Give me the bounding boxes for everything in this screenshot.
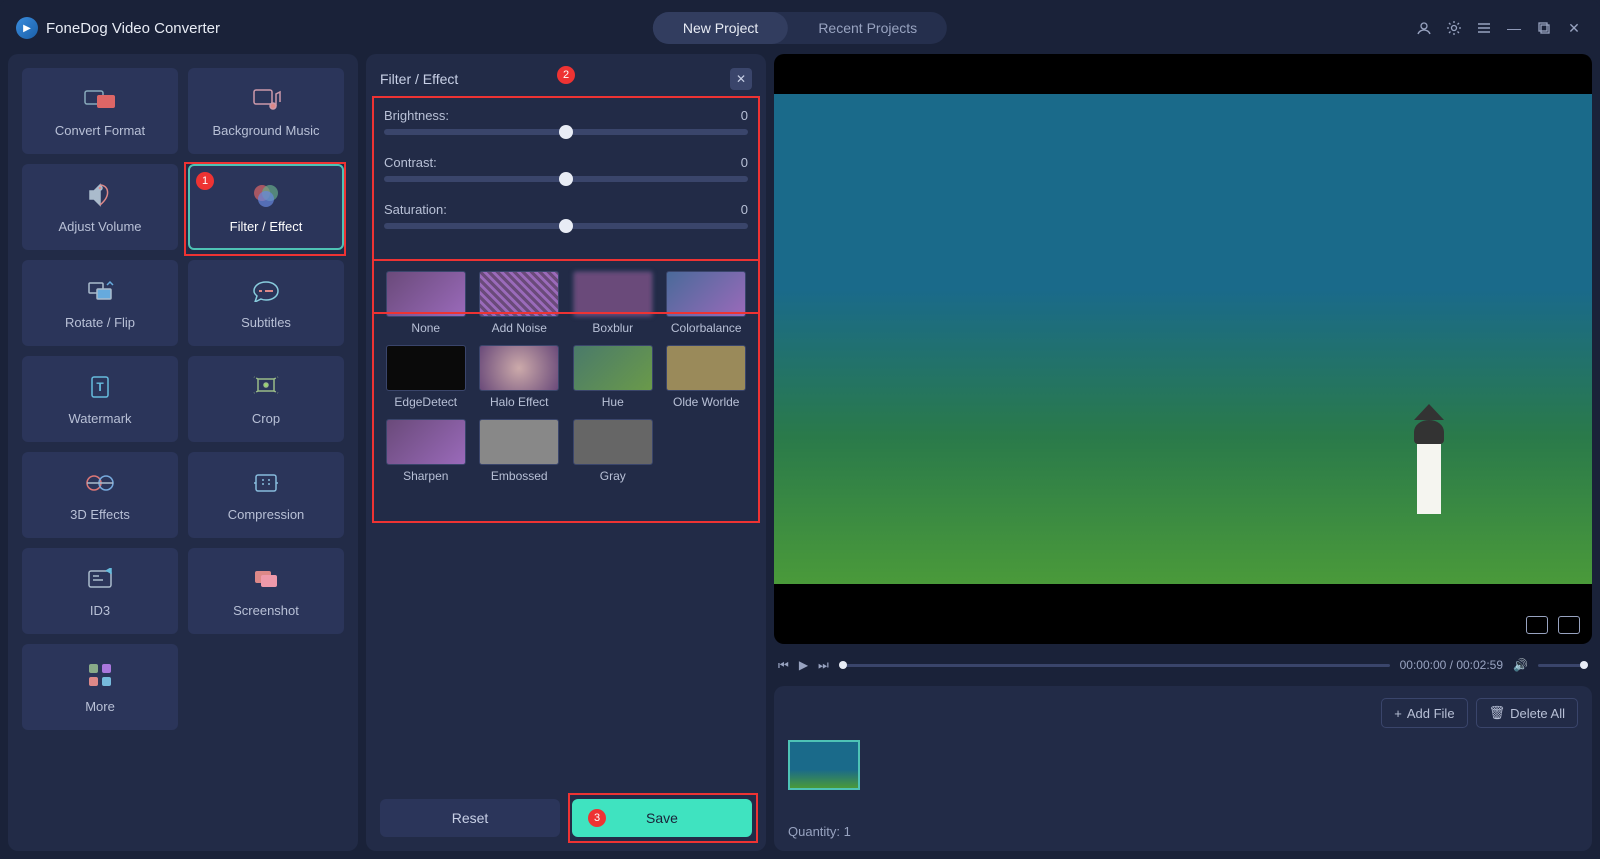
volume-slider[interactable] [1538,664,1588,667]
prev-button[interactable]: ⏮ [778,658,789,673]
user-icon[interactable] [1414,18,1434,38]
quantity-label: Quantity: 1 [788,824,1578,839]
saturation-value: 0 [741,202,748,217]
filter-gray[interactable]: Gray [571,419,655,483]
tool-compression[interactable]: Compression [188,452,344,538]
save-button[interactable]: 3 Save [572,799,752,837]
tool-sidebar: Convert Format Background Music Adjust V… [8,54,358,851]
filter-none[interactable]: None [384,271,468,335]
lighthouse-scene [1406,404,1452,524]
svg-text:T: T [96,380,104,394]
compression-icon [249,469,283,497]
brightness-label: Brightness: [384,108,449,123]
filter-effect-panel: Filter / Effect ✕ 2 Brightness: 0 Contras… [366,54,766,851]
filter-colorbalance[interactable]: Colorbalance [665,271,749,335]
tool-rotate-flip[interactable]: Rotate / Flip [22,260,178,346]
gear-icon[interactable] [1444,18,1464,38]
file-list-panel: +Add File 🗑Delete All Quantity: 1 [774,686,1592,851]
convert-format-icon [83,85,117,113]
brightness-value: 0 [741,108,748,123]
saturation-label: Saturation: [384,202,447,217]
tool-filter-effect[interactable]: Filter / Effect 1 [188,164,344,250]
crop-icon [249,373,283,401]
adjust-volume-icon [83,181,117,209]
tool-subtitles[interactable]: Subtitles [188,260,344,346]
fullscreen-icon[interactable] [1558,616,1580,634]
tool-watermark[interactable]: T Watermark [22,356,178,442]
play-button[interactable]: ▶ [799,658,808,672]
progress-bar[interactable] [839,664,1390,667]
app-title: FoneDog Video Converter [46,20,220,37]
id3-icon [83,565,117,593]
panel-title: Filter / Effect [380,71,458,87]
volume-icon[interactable]: 🔊 [1513,658,1528,672]
time-display: 00:00:00 / 00:02:59 [1400,658,1503,672]
filter-embossed[interactable]: Embossed [478,419,562,483]
contrast-value: 0 [741,155,748,170]
tool-more[interactable]: More [22,644,178,730]
menu-icon[interactable] [1474,18,1494,38]
right-column: ⏮ ▶ ⏭ 00:00:00 / 00:02:59 🔊 +Add File 🗑D… [774,54,1592,851]
player-bar: ⏮ ▶ ⏭ 00:00:00 / 00:02:59 🔊 [774,652,1592,678]
tab-recent-projects[interactable]: Recent Projects [788,12,947,44]
tool-3d-effects[interactable]: 3D Effects [22,452,178,538]
filter-olde-worlde[interactable]: Olde Worlde [665,345,749,409]
watermark-icon: T [83,373,117,401]
filter-halo-effect[interactable]: Halo Effect [478,345,562,409]
app-logo: ▶ FoneDog Video Converter [16,17,220,39]
filter-hue[interactable]: Hue [571,345,655,409]
tool-convert-format[interactable]: Convert Format [22,68,178,154]
next-button[interactable]: ⏭ [818,658,829,673]
video-preview [774,54,1592,644]
tab-new-project[interactable]: New Project [653,12,788,44]
maximize-icon[interactable] [1534,18,1554,38]
subtitles-icon [249,277,283,305]
trash-icon: 🗑 [1489,705,1506,721]
callout-2: 2 [557,66,575,84]
callout-1: 1 [196,172,214,190]
add-file-button[interactable]: +Add File [1381,698,1467,728]
filter-add-noise[interactable]: Add Noise [478,271,562,335]
more-icon [83,661,117,689]
saturation-slider[interactable] [384,223,748,229]
tool-screenshot[interactable]: Screenshot [188,548,344,634]
3d-effects-icon [83,469,117,497]
tool-crop[interactable]: Crop [188,356,344,442]
main-area: Convert Format Background Music Adjust V… [8,54,1592,851]
snapshot-icon[interactable] [1526,616,1548,634]
preview-frame [774,94,1592,584]
screenshot-icon [249,565,283,593]
contrast-slider[interactable] [384,176,748,182]
filter-sharpen[interactable]: Sharpen [384,419,468,483]
window-controls: — ✕ [1414,18,1584,38]
delete-all-button[interactable]: 🗑Delete All [1476,698,1578,728]
callout-3: 3 [588,809,606,827]
filter-boxblur[interactable]: Boxblur [571,271,655,335]
reset-button[interactable]: Reset [380,799,560,837]
filter-edgedetect[interactable]: EdgeDetect [384,345,468,409]
tool-id3[interactable]: ID3 [22,548,178,634]
plus-icon: + [1394,706,1402,721]
close-panel-button[interactable]: ✕ [730,68,752,90]
titlebar: ▶ FoneDog Video Converter New Project Re… [8,8,1592,48]
file-thumbnail[interactable] [788,740,860,790]
project-tabs: New Project Recent Projects [653,12,947,44]
contrast-label: Contrast: [384,155,437,170]
filter-effect-icon [249,181,283,209]
tool-adjust-volume[interactable]: Adjust Volume [22,164,178,250]
background-music-icon [249,85,283,113]
close-icon[interactable]: ✕ [1564,18,1584,38]
logo-icon: ▶ [16,17,38,39]
tool-background-music[interactable]: Background Music [188,68,344,154]
minimize-icon[interactable]: — [1504,18,1524,38]
rotate-flip-icon [83,277,117,305]
brightness-slider[interactable] [384,129,748,135]
